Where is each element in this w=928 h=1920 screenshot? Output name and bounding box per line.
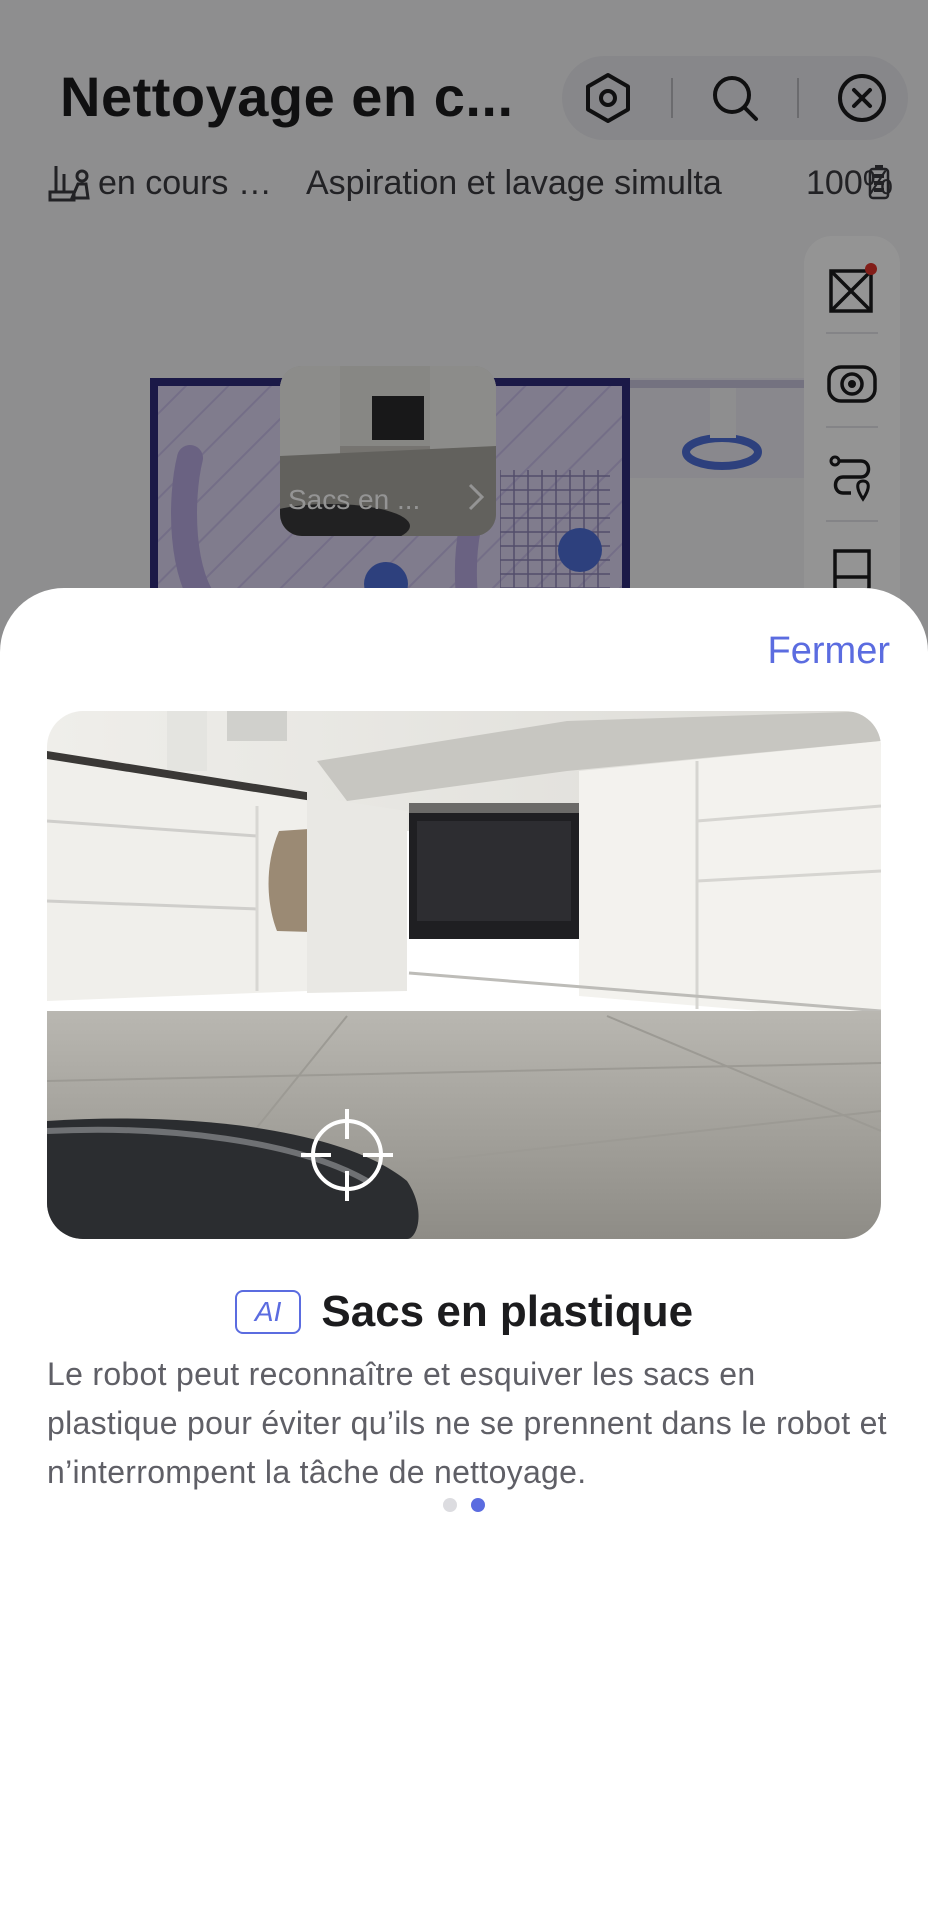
feature-title: Sacs en plastique xyxy=(321,1287,694,1336)
kitchen-floor-photo xyxy=(47,711,881,1239)
feature-description: Le robot peut reconnaître et esquiver le… xyxy=(47,1356,887,1490)
pagination-dot[interactable] xyxy=(443,1498,457,1512)
obstacle-photo xyxy=(47,711,881,1239)
pagination-dots xyxy=(0,1498,928,1512)
ai-badge: AI xyxy=(234,1290,302,1334)
feature-title-row: AI Sacs en plastique xyxy=(0,1282,928,1342)
close-button[interactable]: Fermer xyxy=(768,630,890,673)
pagination-dot-active[interactable] xyxy=(471,1498,485,1512)
feature-bottom-sheet: Fermer AI Sacs en plastique Le robot peu… xyxy=(0,588,928,1920)
